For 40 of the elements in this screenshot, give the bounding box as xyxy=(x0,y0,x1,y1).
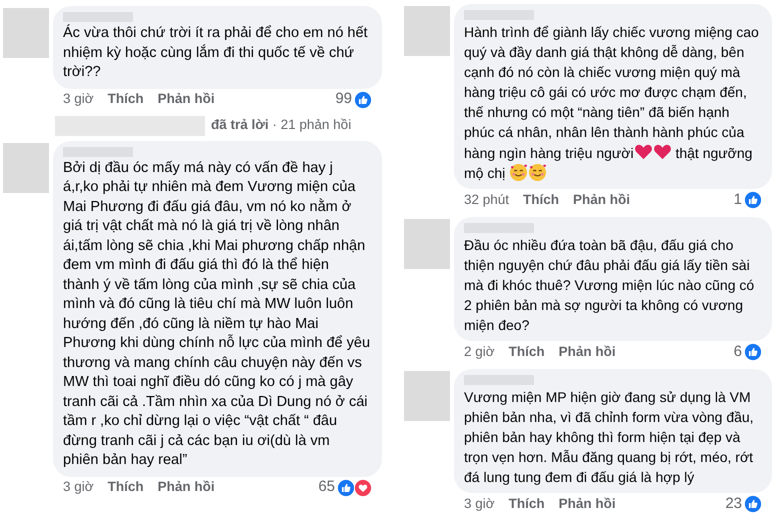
avatar-placeholder xyxy=(404,371,450,421)
reaction-count: 99 xyxy=(335,89,352,110)
like-icon xyxy=(354,90,372,108)
comment-text: Hành trình để giành lấy chiếc vương miệng cao quý và đầy danh giá thật không dễ dàng, bên cạnh đó nó còn là chiếc vương miện quý mà hàng triệu cô gái có ước mơ được chạm đến, thế nhưng có một “nàng tiên” đã biến hạnh phúc cá nhân, nhân lên thành hành phúc của hàng ngìn hàng triệu người thật ngưỡng mộ chị xyxy=(464,23,760,183)
reply-link[interactable]: Phản hồi xyxy=(158,477,215,498)
reaction-count: 1 xyxy=(734,190,742,210)
avatar-placeholder xyxy=(3,142,49,192)
comment-time: 3 giờ xyxy=(63,478,94,496)
like-link[interactable]: Thích xyxy=(508,342,545,362)
reaction-count: 65 xyxy=(318,477,335,498)
smiling-face-hearts-icon xyxy=(528,163,548,182)
comment-time: 3 giờ xyxy=(63,90,94,108)
reaction-count: 6 xyxy=(734,342,742,362)
comment-text: Bởi dị đầu óc mấy má này có vấn đề hay j á,r,ko phải tự nhiên mà đem Vương miện của Mai Phương đi đấu giá đâu, vm nó ko nằm ở giá trị vật chất mà nó là giá trị về lòng nhân ái,tấm lòng sẽ chia ,khi Mai phương chấp nhận đem vm mình đi đấu giá thì đó là thể hiện thành ý về tấm lòng của mình ,sự sẽ chia của mình và đó cũng là tiêu chí mà MW luôn luôn hướng đến ,đó cũng là niềm tự hào Mai Phương khi dùng chính nỗ lực của mình để yêu thương và mang chính câu chuyện này đến vs MW thì toai nghĩ điều dó cũng ko có j mà gây tranh cãi cả .Tầm nhìn xa của Dì Dung nó ở cái tầm r ,ko chỉ dừng lại o việc “vật chất “ đâu đừng tranh cãi j cả các bạn iu ơi(dù là vm phiên bản hay real” xyxy=(63,158,372,470)
reply-link[interactable]: Phản hồi xyxy=(558,342,616,362)
like-icon xyxy=(744,191,762,209)
avatar-placeholder xyxy=(404,219,450,269)
like-icon xyxy=(337,478,355,496)
avatar-placeholder xyxy=(404,6,450,56)
heart-emoji-icon xyxy=(652,142,672,161)
comment-time: 3 giờ xyxy=(464,494,495,513)
comment-time: 32 phút xyxy=(464,190,510,209)
reply-link[interactable]: Phản hồi xyxy=(158,89,215,110)
comment-time: 2 giờ xyxy=(464,342,495,361)
comment-text: Đầu óc nhiều đứa toàn bã đậu, đấu giá cho thiện nguyện chứ đâu phải đấu giá lấy tiền sài mà đi khóc thuê? Vương miện lúc nào cũng có 2 phiên bản mà sợ người ta không có vương miện đeo? xyxy=(464,236,756,335)
like-link[interactable]: Thích xyxy=(523,190,560,210)
like-icon xyxy=(744,495,762,513)
comment-text: Ác vừa thôi chứ trời ít ra phải để cho em nó hết nhiệm kỳ hoặc cùng lắm đi thi quốc tế về chứ trời?? xyxy=(63,24,369,82)
reply-summary[interactable]: đã trả lời · 21 phản hồi xyxy=(211,115,352,136)
like-link[interactable]: Thích xyxy=(108,477,144,498)
reaction-count: 23 xyxy=(725,494,742,514)
like-link[interactable]: Thích xyxy=(108,89,144,110)
heart-emoji-icon xyxy=(634,142,653,161)
like-icon xyxy=(744,343,762,361)
reply-link[interactable]: Phản hồi xyxy=(573,190,630,210)
smiling-face-hearts-icon xyxy=(509,163,528,182)
reply-link[interactable]: Phản hồi xyxy=(558,494,616,514)
avatar-placeholder xyxy=(3,8,49,58)
comment-text: Vương miện MP hiện giờ đang sử dụng là VM phiên bản nha, vì đã chỉnh form vừa vòng đầu, phiên bản hay không thì form hiện tại đẹp và trọn vẹn hơn. Mẫu đăng quang bị rớt, méo, rớt đá lung tung đem đi đấu giá là hợp lý xyxy=(464,388,755,487)
like-link[interactable]: Thích xyxy=(508,494,545,514)
